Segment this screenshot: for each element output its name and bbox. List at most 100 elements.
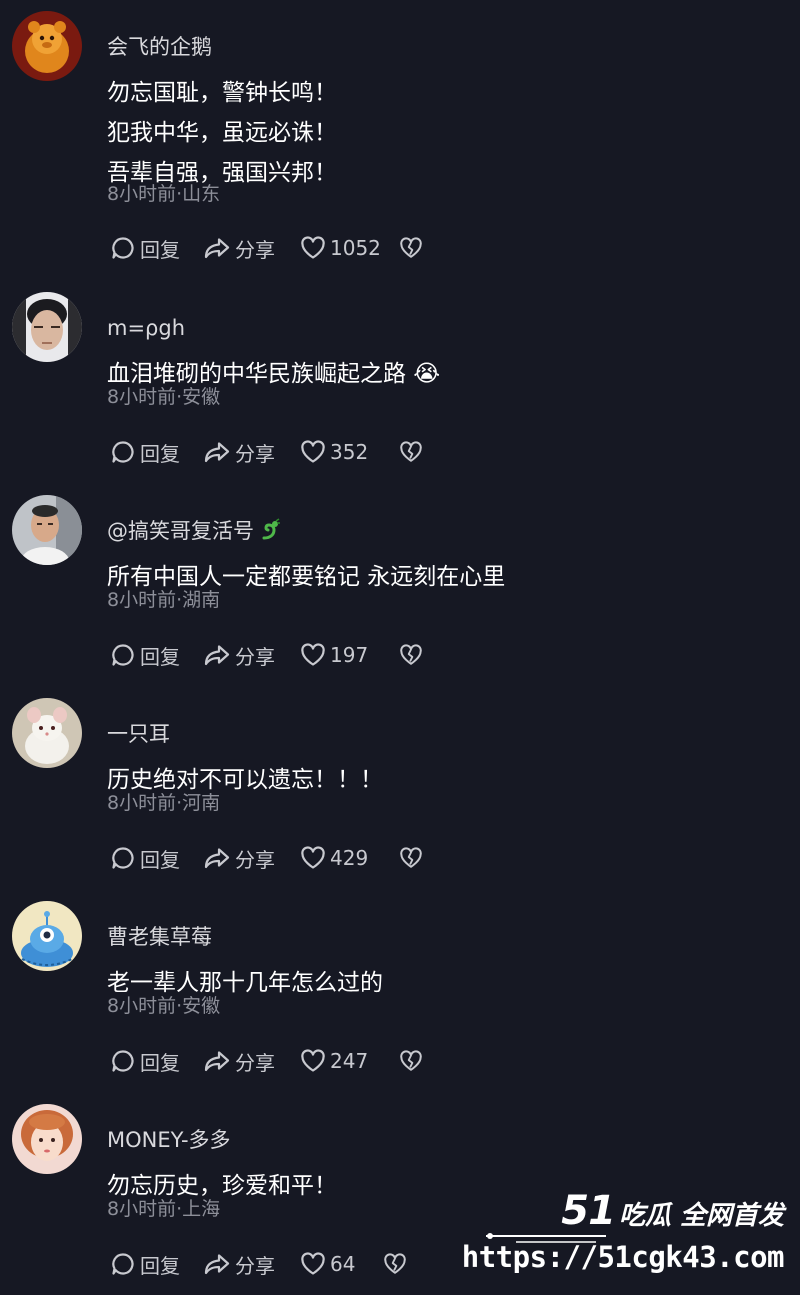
- avatar[interactable]: [12, 292, 82, 362]
- comment-actions: 回复 分享 247: [106, 1046, 425, 1076]
- comment-line: 勿忘国耻，警钟长鸣！: [107, 80, 337, 106]
- username-text: @搞笑哥复活号: [107, 519, 254, 543]
- watermark-number: 51: [561, 1188, 616, 1234]
- share-label: 分享: [235, 441, 275, 466]
- reply-button[interactable]: 回复: [106, 1250, 199, 1279]
- reply-button[interactable]: 回复: [106, 844, 199, 873]
- username[interactable]: 曹老集草莓: [107, 923, 212, 951]
- heart-outline-icon: [300, 643, 326, 667]
- watermark-url: https://51cgk43.com: [461, 1240, 785, 1274]
- share-arrow-icon: [203, 439, 231, 465]
- share-button[interactable]: 分享: [199, 1250, 296, 1279]
- reply-label: 回复: [140, 441, 180, 466]
- like-button[interactable]: 64: [296, 1252, 379, 1276]
- share-button[interactable]: 分享: [199, 438, 296, 467]
- avatar[interactable]: [12, 901, 82, 971]
- share-button[interactable]: 分享: [199, 844, 296, 873]
- like-button[interactable]: 247: [296, 1049, 395, 1073]
- broken-heart-icon: [399, 441, 423, 463]
- comment-actions: 回复 分享 1052: [106, 233, 425, 263]
- avatar[interactable]: [12, 698, 82, 768]
- broken-heart-icon: [399, 847, 423, 869]
- username[interactable]: @搞笑哥复活号: [107, 517, 282, 549]
- share-arrow-icon: [203, 235, 231, 261]
- comment-bubble-icon: [110, 1048, 136, 1074]
- reply-button[interactable]: 回复: [106, 1047, 199, 1076]
- like-count: 352: [330, 440, 369, 464]
- comment-bubble-icon: [110, 845, 136, 871]
- comment-meta: 8小时前·安徽: [107, 386, 221, 408]
- heart-outline-icon: [300, 1252, 326, 1276]
- dislike-button[interactable]: [395, 237, 425, 259]
- broken-heart-icon: [399, 644, 423, 666]
- comment-actions: 回复 分享 197: [106, 640, 425, 670]
- broken-heart-icon: [399, 1050, 423, 1072]
- share-label: 分享: [235, 1050, 275, 1075]
- broken-heart-icon: [399, 237, 423, 259]
- comment-bubble-icon: [110, 642, 136, 668]
- heart-outline-icon: [300, 440, 326, 464]
- reply-label: 回复: [140, 237, 180, 262]
- like-count: 64: [330, 1252, 356, 1276]
- comment-actions: 回复 分享 352: [106, 437, 425, 467]
- reply-label: 回复: [140, 847, 180, 872]
- reply-button[interactable]: 回复: [106, 438, 199, 467]
- share-label: 分享: [235, 1253, 275, 1278]
- reply-button[interactable]: 回复: [106, 641, 199, 670]
- comment-meta: 8小时前·上海: [107, 1198, 221, 1220]
- comment-actions: 回复 分享 429: [106, 843, 425, 873]
- avatar[interactable]: [12, 1104, 82, 1174]
- comment-feed: 会飞的企鹅 勿忘国耻，警钟长鸣！ 犯我中华，虽远必诛！ 吾辈自强，强国兴邦！ 8…: [0, 0, 800, 1295]
- dislike-button[interactable]: [395, 441, 425, 463]
- share-button[interactable]: 分享: [199, 1047, 296, 1076]
- like-count: 197: [330, 643, 369, 667]
- share-button[interactable]: 分享: [199, 641, 296, 670]
- username[interactable]: 一只耳: [107, 720, 170, 748]
- like-count: 1052: [330, 236, 381, 260]
- dislike-button[interactable]: [379, 1253, 409, 1275]
- reply-button[interactable]: 回复: [106, 234, 199, 263]
- dislike-button[interactable]: [395, 847, 425, 869]
- comment-text: 勿忘国耻，警钟长鸣！ 犯我中华，虽远必诛！ 吾辈自强，强国兴邦！: [107, 73, 337, 193]
- reply-label: 回复: [140, 644, 180, 669]
- share-button[interactable]: 分享: [199, 234, 296, 263]
- dragon-icon: [258, 518, 282, 549]
- comment-meta: 8小时前·河南: [107, 792, 221, 814]
- avatar[interactable]: [12, 495, 82, 565]
- like-count: 247: [330, 1049, 369, 1073]
- comment-bubble-icon: [110, 439, 136, 465]
- comment-actions: 回复 分享 64: [106, 1249, 409, 1279]
- like-button[interactable]: 1052: [296, 236, 395, 260]
- comment-line: 犯我中华，虽远必诛！: [107, 120, 337, 146]
- heart-outline-icon: [300, 1049, 326, 1073]
- comment-meta: 8小时前·湖南: [107, 589, 221, 611]
- dislike-button[interactable]: [395, 644, 425, 666]
- watermark-brand: 51 吃瓜 全网首发: [561, 1188, 784, 1234]
- comment-meta: 8小时前·安徽: [107, 995, 221, 1017]
- comment-bubble-icon: [110, 1251, 136, 1277]
- share-label: 分享: [235, 237, 275, 262]
- share-arrow-icon: [203, 1251, 231, 1277]
- share-label: 分享: [235, 644, 275, 669]
- reply-label: 回复: [140, 1050, 180, 1075]
- dislike-button[interactable]: [395, 1050, 425, 1072]
- comment-meta: 8小时前·山东: [107, 183, 221, 205]
- username[interactable]: m=ρgh: [107, 314, 185, 342]
- username[interactable]: MONEY-多多: [107, 1126, 231, 1154]
- like-button[interactable]: 429: [296, 846, 395, 870]
- watermark: 51 吃瓜 全网首发 https://51cgk43.com: [462, 1188, 790, 1288]
- reply-label: 回复: [140, 1253, 180, 1278]
- like-button[interactable]: 197: [296, 643, 395, 667]
- share-arrow-icon: [203, 642, 231, 668]
- heart-outline-icon: [300, 236, 326, 260]
- share-arrow-icon: [203, 845, 231, 871]
- avatar[interactable]: [12, 11, 82, 81]
- like-count: 429: [330, 846, 369, 870]
- share-label: 分享: [235, 847, 275, 872]
- heart-outline-icon: [300, 846, 326, 870]
- share-arrow-icon: [203, 1048, 231, 1074]
- like-button[interactable]: 352: [296, 440, 395, 464]
- username[interactable]: 会飞的企鹅: [107, 33, 212, 61]
- comment-bubble-icon: [110, 235, 136, 261]
- broken-heart-icon: [383, 1253, 407, 1275]
